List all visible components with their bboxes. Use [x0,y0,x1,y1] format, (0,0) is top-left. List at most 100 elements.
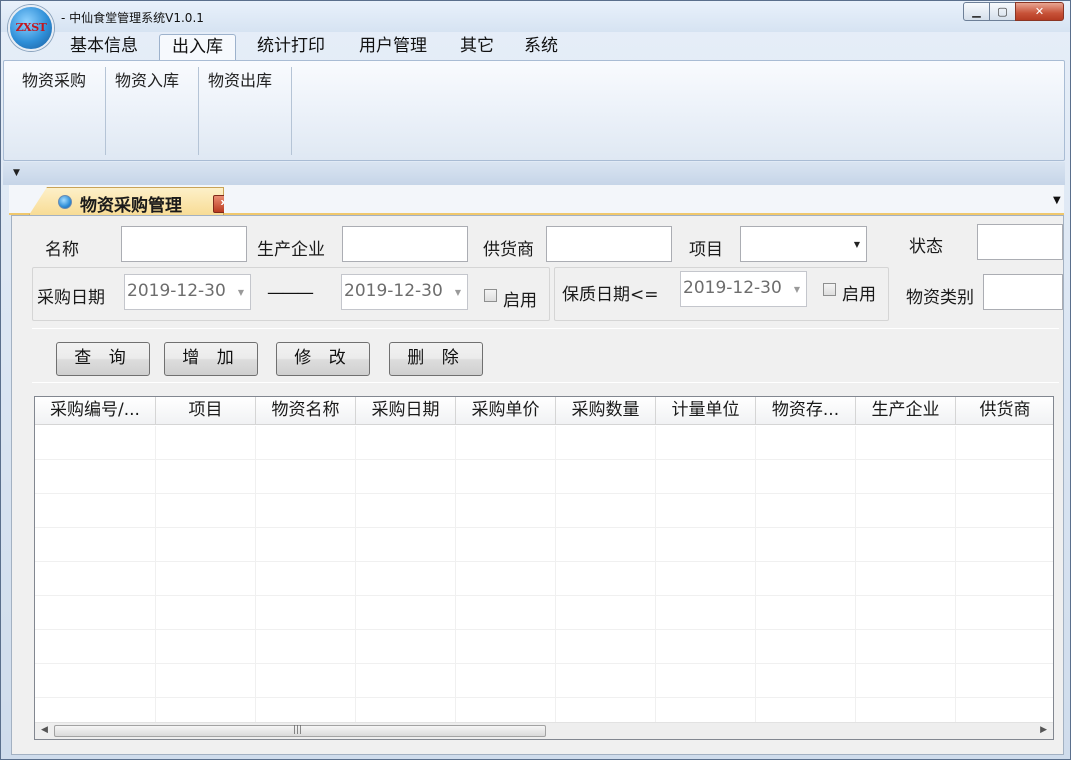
grid-row-line [35,527,1053,528]
shelf-date-picker[interactable]: 2019-12-30 ▼ [680,271,807,307]
quick-access-strip: ▼ [3,162,1065,185]
scroll-grip-icon: ||| [293,725,303,735]
maximize-icon: ▢ [997,5,1008,18]
grid-column-line [555,426,556,722]
column-header-measure-unit[interactable]: 计量单位 [656,397,756,425]
ribbon-item-purchase[interactable]: 物资采购 [22,67,86,91]
shelf-date-label: 保质日期<= [562,285,659,305]
delete-button[interactable]: 删 除 [389,342,483,376]
grid-row-line [35,697,1053,698]
purchase-date-to-value: 2019-12-30 [344,281,443,301]
filter-divider [32,328,1059,329]
supplier-input[interactable] [546,226,672,262]
menu-tab-basic-info[interactable]: 基本信息 [58,34,150,61]
main-window: ZXST - 中仙食堂管理系统V1.0.1 ▁ ▢ ✕ 基本信息 出入库 统计打… [0,0,1071,760]
app-logo: ZXST [8,5,54,51]
manufacturer-input[interactable] [342,226,468,262]
purchase-date-label: 采购日期 [37,288,105,308]
chevron-down-icon: ▼ [237,288,244,297]
query-button[interactable]: 查 询 [56,342,150,376]
grid-column-line [655,426,656,722]
column-header-material-name[interactable]: 物资名称 [256,397,356,425]
maximize-button[interactable]: ▢ [989,2,1016,21]
tab-list-dropdown-icon[interactable]: ▼ [1053,195,1061,206]
column-header-storage[interactable]: 物资存... [756,397,856,425]
ribbon-separator [198,67,199,155]
window-title: - 中仙食堂管理系统V1.0.1 [61,11,204,25]
chevron-down-icon: ▼ [853,240,860,249]
grid-column-line [455,426,456,722]
menu-tab-other[interactable]: 其它 [448,34,506,61]
ribbon-item-outbound[interactable]: 物资出库 [208,67,272,91]
document-tab-purchase-management[interactable]: 物资采购管理 x [29,187,224,215]
grid-row-line [35,459,1053,460]
menu-tab-stock[interactable]: 出入库 [159,34,236,61]
shelf-date-enable-label: 启用 [842,285,876,305]
date-range-separator: ——— [267,283,314,303]
grid-column-line [355,426,356,722]
title-bar: ZXST - 中仙食堂管理系统V1.0.1 ▁ ▢ ✕ [1,1,1070,51]
shelf-date-value: 2019-12-30 [683,278,782,298]
ribbon-separator [291,67,292,155]
grid-row-line [35,493,1053,494]
ribbon-item-inbound[interactable]: 物资入库 [115,67,179,91]
grid-column-line [955,426,956,722]
menu-tab-system[interactable]: 系统 [512,34,570,61]
shelf-date-enable-checkbox[interactable] [823,283,836,296]
menu-bar: 基本信息 出入库 统计打印 用户管理 其它 系统 [2,32,1069,61]
purchase-date-from-value: 2019-12-30 [127,281,226,301]
manufacturer-label: 生产企业 [257,240,325,260]
name-input[interactable] [121,226,247,262]
grid-row-line [35,561,1053,562]
scroll-right-icon[interactable]: ▶ [1040,725,1047,735]
status-label: 状态 [909,237,943,257]
grid-column-line [755,426,756,722]
column-header-purchase-date[interactable]: 采购日期 [356,397,456,425]
button-divider [32,382,1059,383]
close-window-button[interactable]: ✕ [1015,2,1064,21]
document-tab-strip: 物资采购管理 x ▼ [9,185,1064,215]
grid-body [35,426,1053,722]
minimize-button[interactable]: ▁ [963,2,990,21]
menu-tab-statistics[interactable]: 统计打印 [245,34,337,61]
close-icon: ✕ [1034,5,1045,18]
category-label: 物资类别 [906,288,974,308]
scroll-left-icon[interactable]: ◀ [41,725,48,735]
menu-tab-users[interactable]: 用户管理 [347,34,439,61]
document-tab-logo-icon [58,195,72,209]
chevron-down-icon: ▼ [454,288,461,297]
column-header-quantity[interactable]: 采购数量 [556,397,656,425]
column-header-supplier[interactable]: 供货商 [956,397,1053,425]
grid-row-line [35,629,1053,630]
scroll-thumb[interactable]: ||| [54,725,546,737]
category-input[interactable] [983,274,1063,310]
purchase-date-from-picker[interactable]: 2019-12-30 ▼ [124,274,251,310]
horizontal-scrollbar[interactable]: ◀ ||| ▶ [35,722,1053,739]
name-label: 名称 [45,240,79,260]
ribbon-panel: 物资采购 物资入库 物资出库 [3,60,1065,161]
status-input[interactable] [977,224,1063,260]
column-header-manufacturer[interactable]: 生产企业 [856,397,956,425]
purchase-date-enable-checkbox[interactable] [484,289,497,302]
add-button[interactable]: 增 加 [164,342,258,376]
column-header-purchase-no[interactable]: 采购编号/... [35,397,156,425]
document-tab-label: 物资采购管理 [80,196,182,216]
column-header-unit-price[interactable]: 采购单价 [456,397,556,425]
grid-column-line [255,426,256,722]
project-label: 项目 [689,240,723,260]
project-select[interactable]: ▼ [740,226,867,262]
purchase-date-to-picker[interactable]: 2019-12-30 ▼ [341,274,468,310]
ribbon-separator [105,67,106,155]
document-tab-close-icon[interactable]: x [213,195,224,213]
column-header-project[interactable]: 项目 [156,397,256,425]
grid-header: 采购编号/... 项目 物资名称 采购日期 采购单价 采购数量 计量单位 物资存… [35,397,1053,425]
grid-column-line [855,426,856,722]
quick-access-dropdown-icon[interactable]: ▼ [13,168,20,178]
edit-button[interactable]: 修 改 [276,342,370,376]
purchase-data-grid[interactable]: 采购编号/... 项目 物资名称 采购日期 采购单价 采购数量 计量单位 物资存… [34,396,1054,740]
purchase-date-enable-label: 启用 [503,291,537,311]
minimize-icon: ▁ [972,5,981,18]
grid-column-line [155,426,156,722]
purchase-management-panel: 名称 生产企业 供货商 项目 ▼ 状态 采购日期 2019-12-30 ▼ ——… [11,215,1064,755]
app-logo-text: ZXST [15,21,47,34]
